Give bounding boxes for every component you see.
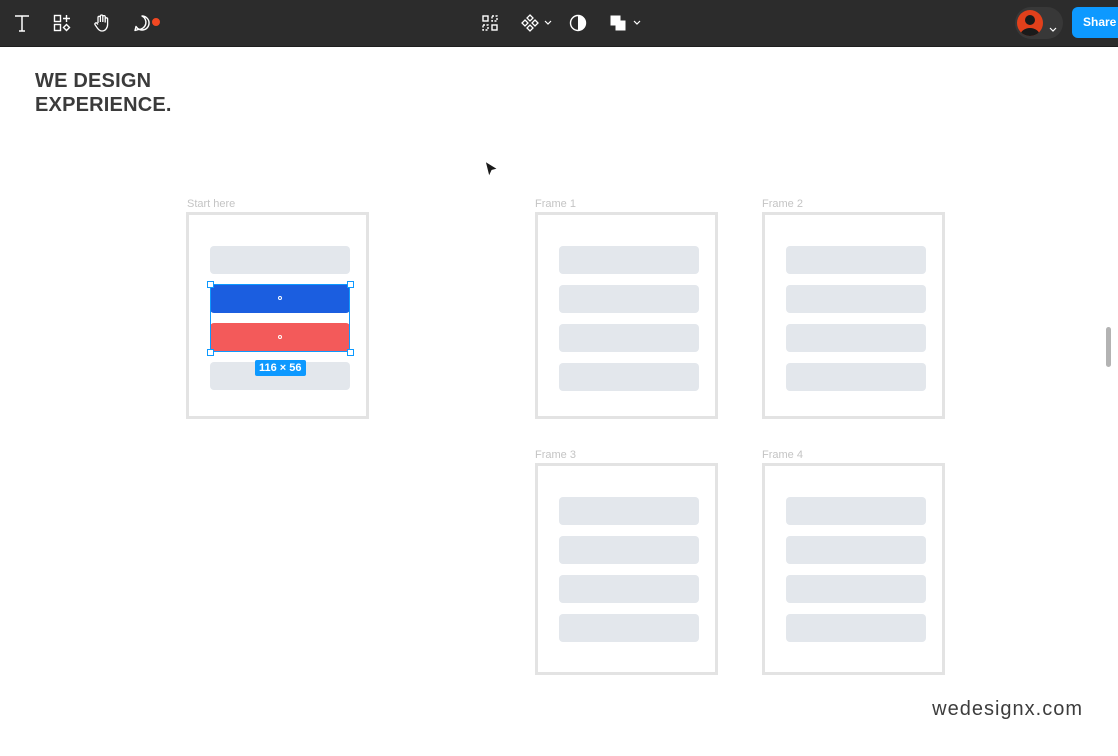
vertical-scrollbar[interactable]	[1106, 327, 1111, 367]
center-point	[278, 296, 282, 300]
placeholder-block[interactable]	[559, 363, 699, 391]
placeholder-block[interactable]	[786, 536, 926, 564]
mouse-pointer-icon	[484, 160, 500, 185]
frame-label-2: Frame 2	[762, 198, 803, 210]
frame-4[interactable]	[762, 463, 945, 675]
chevron-down-icon	[633, 20, 641, 26]
placeholder-block[interactable]	[559, 575, 699, 603]
resize-handle[interactable]	[347, 349, 354, 356]
comment-icon	[132, 13, 161, 33]
watermark-text: wedesignx.com	[932, 698, 1083, 720]
resources-tool-button[interactable]	[46, 7, 78, 39]
dashed-grid-icon	[480, 13, 500, 33]
placeholder-block[interactable]	[559, 497, 699, 525]
user-menu[interactable]	[1015, 7, 1063, 39]
brand-heading: WE DESIGN EXPERIENCE.	[35, 69, 172, 117]
selection-size-badge: 116 × 56	[255, 360, 306, 376]
top-toolbar: Share	[0, 0, 1118, 47]
brand-line-1: WE DESIGN	[35, 70, 152, 92]
hand-tool-button[interactable]	[86, 7, 118, 39]
text-tool-button[interactable]	[6, 7, 38, 39]
frame-1[interactable]	[535, 212, 718, 419]
placeholder-block[interactable]	[559, 285, 699, 313]
placeholder-block[interactable]	[210, 246, 350, 274]
user-avatar-icon	[1017, 10, 1043, 36]
frame-start-here[interactable]	[186, 212, 369, 419]
placeholder-block[interactable]	[786, 614, 926, 642]
frame-selection-tool-button[interactable]	[474, 7, 506, 39]
frame-3[interactable]	[535, 463, 718, 675]
placeholder-block[interactable]	[786, 497, 926, 525]
text-icon	[12, 13, 32, 33]
hand-icon	[92, 13, 112, 33]
chevron-down-icon	[1049, 20, 1057, 38]
placeholder-block[interactable]	[786, 246, 926, 274]
center-point	[278, 335, 282, 339]
primary-button-shape[interactable]	[210, 284, 350, 313]
half-circle-icon	[568, 13, 588, 33]
frame-label-start: Start here	[187, 198, 236, 210]
comment-tool-button[interactable]	[126, 7, 161, 39]
chevron-down-icon	[544, 20, 552, 26]
placeholder-block[interactable]	[559, 324, 699, 352]
frame-label-4: Frame 4	[762, 449, 803, 461]
frame-2[interactable]	[762, 212, 945, 419]
component-tool-button[interactable]	[515, 7, 555, 39]
shapes-plus-icon	[52, 13, 72, 33]
notification-dot	[151, 17, 161, 27]
placeholder-block[interactable]	[559, 536, 699, 564]
placeholder-block[interactable]	[786, 363, 926, 391]
danger-button-shape[interactable]	[210, 323, 350, 352]
resize-handle[interactable]	[207, 349, 214, 356]
share-button[interactable]: Share	[1072, 7, 1118, 38]
placeholder-block[interactable]	[786, 575, 926, 603]
component-icon	[520, 13, 540, 33]
frame-label-1: Frame 1	[535, 198, 576, 210]
frame-label-3: Frame 3	[535, 449, 576, 461]
placeholder-block[interactable]	[559, 246, 699, 274]
placeholder-block[interactable]	[786, 324, 926, 352]
boolean-tool-button[interactable]	[603, 7, 643, 39]
resize-handle[interactable]	[347, 281, 354, 288]
brand-line-2: EXPERIENCE.	[35, 94, 172, 116]
contrast-tool-button[interactable]	[562, 7, 594, 39]
boolean-union-icon	[608, 13, 628, 33]
placeholder-block[interactable]	[786, 285, 926, 313]
placeholder-block[interactable]	[559, 614, 699, 642]
resize-handle[interactable]	[207, 281, 214, 288]
